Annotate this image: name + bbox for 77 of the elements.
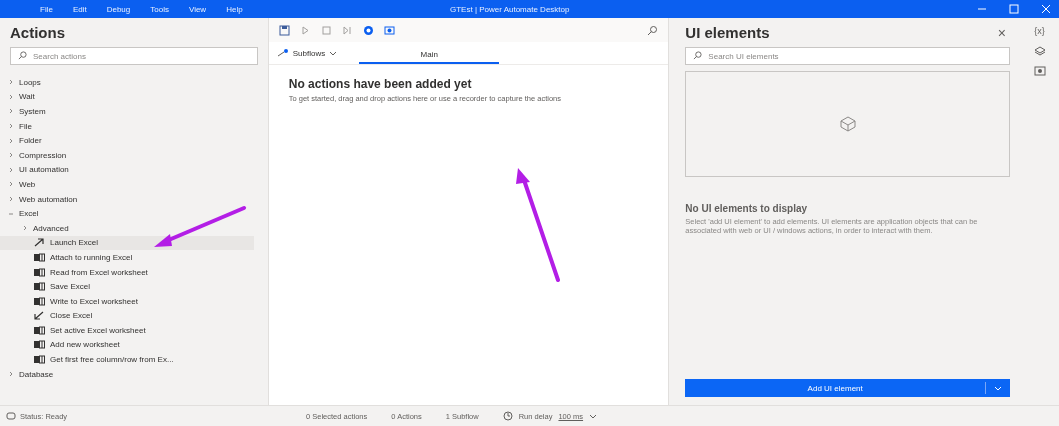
action-item[interactable]: Write to Excel worksheet <box>0 293 254 309</box>
tree-item[interactable]: Web <box>19 179 36 189</box>
tree-item[interactable]: Compression <box>19 150 67 160</box>
save-icon[interactable] <box>278 24 290 36</box>
spreadsheet-icon <box>34 340 45 350</box>
expand-chevron-icon[interactable] <box>8 79 14 86</box>
arrow-in-icon <box>34 311 45 321</box>
image-recorder-icon[interactable] <box>383 24 395 36</box>
expand-chevron-icon[interactable] <box>22 225 28 232</box>
tree-item[interactable]: Web automation <box>19 194 78 204</box>
expand-chevron-icon[interactable] <box>8 123 14 130</box>
expand-chevron-icon[interactable] <box>8 108 14 115</box>
menu-item[interactable]: Edit <box>62 4 97 14</box>
tree-item[interactable]: Advanced <box>33 223 69 233</box>
spreadsheet-icon <box>34 267 45 277</box>
maximize-icon[interactable] <box>1009 4 1019 14</box>
tree-item[interactable]: Loops <box>19 77 41 87</box>
image-icon[interactable] <box>1033 66 1046 76</box>
spreadsheet-icon <box>34 355 45 365</box>
action-item[interactable]: Set active Excel worksheet <box>0 323 254 338</box>
subflow-icon <box>276 49 289 57</box>
search-field[interactable]: Search UI elements <box>685 47 1011 65</box>
tree-item[interactable]: System <box>19 107 46 116</box>
menu-item[interactable]: Debug <box>96 4 141 14</box>
collapse-chevron-icon[interactable] <box>8 210 14 217</box>
clock-icon <box>502 411 513 421</box>
spreadsheet-icon <box>34 252 45 262</box>
spreadsheet-icon <box>34 282 45 292</box>
expand-chevron-icon[interactable] <box>8 181 14 188</box>
menu-item[interactable]: View <box>178 4 217 14</box>
action-item[interactable]: Close Excel <box>0 308 254 324</box>
play-icon[interactable] <box>299 24 311 36</box>
action-item[interactable]: Save Excel <box>0 279 254 294</box>
add-ui-element-button[interactable]: Add UI element <box>685 379 1011 397</box>
stop-icon[interactable] <box>320 24 332 36</box>
empty-state-title: No UI elements to display <box>685 203 809 214</box>
action-item[interactable]: Add new worksheet <box>0 337 254 353</box>
action-item[interactable]: Get first free column/row from Ex... <box>0 352 254 367</box>
action-item[interactable]: Read from Excel worksheet <box>0 264 254 280</box>
tree-item[interactable]: Wait <box>19 92 35 102</box>
search-field[interactable]: Search actions <box>10 47 258 65</box>
layers-icon[interactable] <box>1033 46 1046 56</box>
tree-item[interactable]: UI automation <box>19 165 69 175</box>
menu-item[interactable]: File <box>30 4 63 14</box>
caret-icon <box>329 50 338 56</box>
empty-state-title: No actions have been added yet <box>288 77 473 91</box>
expand-chevron-icon[interactable] <box>8 137 14 144</box>
recorder-icon[interactable] <box>362 24 374 36</box>
caret-icon <box>994 385 1003 391</box>
menu-item[interactable]: Help <box>216 4 253 14</box>
arrow-out-icon <box>34 238 45 248</box>
expand-chevron-icon[interactable] <box>8 371 14 378</box>
expand-chevron-icon[interactable] <box>8 166 14 173</box>
status-icon <box>6 412 16 420</box>
expand-chevron-icon[interactable] <box>8 152 14 159</box>
expand-chevron-icon[interactable] <box>8 196 14 203</box>
close-button[interactable]: × <box>993 24 1011 41</box>
search-icon[interactable] <box>647 24 659 36</box>
tree-item[interactable]: Database <box>19 369 54 379</box>
panel-title: Actions <box>9 23 66 43</box>
cube-icon <box>839 116 856 132</box>
tree-item[interactable]: Excel <box>19 209 39 219</box>
subflows-dropdown[interactable]: Subflows <box>276 48 354 58</box>
variables-tab[interactable]: {x} <box>1034 26 1045 36</box>
menu-item[interactable]: Tools <box>140 4 179 14</box>
spreadsheet-icon <box>34 325 45 335</box>
action-item[interactable]: Launch Excel <box>0 235 254 251</box>
window-title: GTEst | Power Automate Desktop <box>450 4 571 14</box>
tree-item[interactable]: Folder <box>19 136 42 146</box>
caret-icon[interactable] <box>589 413 598 419</box>
step-icon[interactable] <box>341 24 353 36</box>
expand-chevron-icon[interactable] <box>8 93 14 100</box>
close-icon[interactable] <box>1041 4 1051 14</box>
panel-title: UI elements <box>685 24 770 41</box>
action-item[interactable]: Attach to running Excel <box>0 250 254 265</box>
spreadsheet-icon <box>34 296 45 306</box>
tree-item[interactable]: File <box>19 121 32 131</box>
